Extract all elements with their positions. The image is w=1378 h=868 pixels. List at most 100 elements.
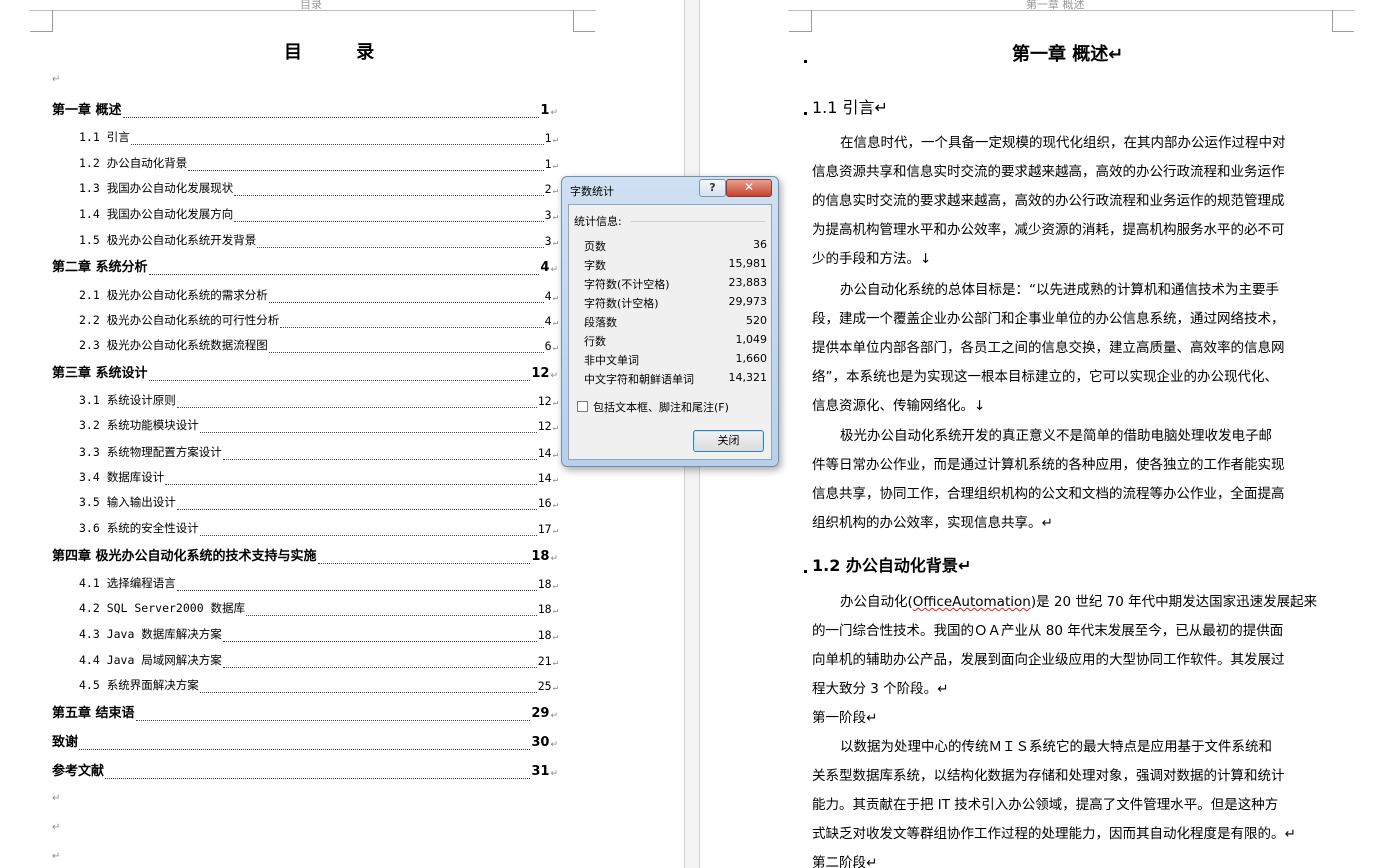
include-textboxes-checkbox[interactable]	[577, 401, 588, 412]
crop-mark	[30, 31, 52, 32]
paragraph-mark: ↵	[552, 581, 558, 591]
toc-leader	[176, 581, 537, 591]
paragraph-line: 关系型数据库系统，以结构化数据为存储和处理对象，强调对数据的计算和统计	[812, 768, 1285, 784]
paragraph-mark: ↵	[552, 135, 558, 145]
toc-entry[interactable]: 3.6 系统的安全性设计 17 ↵	[52, 516, 558, 536]
crop-mark	[1332, 10, 1333, 32]
stat-row: 行数 1,049	[584, 333, 767, 351]
toc-entry[interactable]: 2.1 极光办公自动化系统的需求分析 4 ↵	[52, 283, 558, 303]
paragraph-mark: ↵	[552, 343, 558, 353]
toc-entry[interactable]: 4.4 Java 局域网解决方案 21 ↵	[52, 648, 558, 668]
paragraph-mark: ↵	[552, 318, 558, 328]
toc-leader	[199, 683, 537, 693]
toc-entry-title: 3.1 系统设计原则	[79, 393, 176, 407]
toc-entry-title: 1.3 我国办公自动化发展现状	[79, 181, 234, 195]
toc-entry-title: 3.3 系统物理配置方案设计	[79, 445, 222, 459]
toc-page-number: 29	[531, 706, 550, 721]
toc-leader	[280, 318, 544, 328]
toc-page-number: 4	[540, 260, 550, 275]
toc-entry-title: 第四章 极光办公自动化系统的技术支持与实施	[52, 549, 317, 564]
paragraph-mark: ↵	[552, 683, 558, 693]
toc-entry-title: 1.5 极光办公自动化系统开发背景	[79, 233, 257, 247]
word-count-dialog[interactable]: 字数统计 ? ✕ 统计信息: 页数 36 字数 15,981 字符数(不计空格) 23,8…	[561, 176, 779, 467]
toc-entry[interactable]: 第四章 极光办公自动化系统的技术支持与实施 18 ↵	[52, 544, 558, 564]
toc-entry[interactable]: 第五章 结束语 29 ↵	[52, 701, 558, 721]
toc-entry[interactable]: 3.1 系统设计原则 12 ↵	[52, 388, 558, 408]
crop-mark	[1332, 31, 1354, 32]
paragraph-mark: ↵	[52, 74, 61, 85]
toc-entry[interactable]: 第三章 系统设计 12 ↵	[52, 361, 558, 381]
toc-entry[interactable]: 第二章 系统分析 4 ↵	[52, 255, 558, 275]
crop-mark	[573, 10, 574, 32]
toc-entry[interactable]: 1.5 极光办公自动化系统开发背景 3 ↵	[52, 228, 558, 248]
toc-entry[interactable]: 3.5 输入输出设计 16 ↵	[52, 490, 558, 510]
dialog-close-icon[interactable]: ✕	[726, 179, 772, 197]
stat-label: 非中文单词	[584, 354, 639, 367]
stat-label: 字符数(不计空格)	[584, 278, 670, 291]
toc-page-number: 18	[537, 628, 552, 642]
toc-page-number: 14	[537, 446, 552, 460]
paragraph-mark: ↵	[552, 526, 558, 536]
toc-entry-title: 1.1 引言	[79, 130, 130, 144]
toc-entry-title: 2.3 极光办公自动化系统数据流程图	[79, 338, 268, 352]
toc-leader	[246, 606, 537, 616]
toc-entry[interactable]: 2.3 极光办公自动化系统数据流程图 6 ↵	[52, 333, 558, 353]
toc-entry-title: 1.2 办公自动化背景	[79, 156, 188, 170]
toc-leader	[199, 526, 537, 536]
toc-entry-title: 4.1 选择编程语言	[79, 576, 176, 590]
stat-row: 非中文单词 1,660	[584, 352, 767, 370]
paragraph-mark: ↵	[552, 450, 558, 460]
toc-page-number: 4	[544, 289, 552, 303]
toc-leader	[257, 238, 544, 248]
toc-leader	[105, 769, 531, 779]
toc-entry[interactable]: 3.4 数据库设计 14 ↵	[52, 465, 558, 485]
stat-label: 段落数	[584, 316, 617, 329]
paragraph-line: 在信息时代，一个具备一定规模的现代化组织，在其内部办公运作过程中对	[840, 135, 1286, 151]
toc-entry[interactable]: 1.4 我国办公自动化发展方向 3 ↵	[52, 202, 558, 222]
toc-page-number: 1	[544, 157, 552, 171]
toc-entry[interactable]: 第一章 概述 1 ↵	[52, 98, 558, 118]
toc-entry[interactable]: 4.3 Java 数据库解决方案 18 ↵	[52, 622, 558, 642]
stat-row: 字符数(不计空格) 23,883	[584, 276, 767, 294]
toc-entry[interactable]: 4.5 系统界面解决方案 25 ↵	[52, 673, 558, 693]
stat-value: 23,883	[728, 276, 768, 289]
toc-entry[interactable]: 3.2 系统功能模块设计 12 ↵	[52, 413, 558, 433]
toc-leader	[222, 658, 537, 668]
toc-leader	[317, 554, 531, 564]
toc-entry[interactable]: 致谢 30 ↵	[52, 730, 558, 750]
stat-label: 字数	[584, 259, 606, 272]
paragraph-mark: ↵	[552, 475, 558, 485]
paragraph-line: 组织机构的办公效率，实现信息共享。↵	[812, 515, 1053, 531]
toc-leader	[222, 450, 537, 460]
stat-label: 页数	[584, 240, 606, 253]
toc-leader	[148, 265, 540, 275]
toc-entry-title: 第一章 概述	[52, 103, 122, 118]
toc-entry[interactable]: 1.2 办公自动化背景 1 ↵	[52, 151, 558, 171]
toc-page-number: 12	[531, 366, 550, 381]
header-rule	[788, 10, 1354, 11]
format-mark	[804, 112, 807, 115]
toc-entry[interactable]: 1.1 引言 1 ↵	[52, 125, 558, 145]
paragraph-line: 办公自动化(OfficeAutomation)是 20 世纪 70 年代中期发达…	[840, 594, 1318, 610]
help-button[interactable]: ?	[699, 179, 726, 197]
toc-entry-title: 2.2 极光办公自动化系统的可行性分析	[79, 313, 280, 327]
toc-title: 目 录	[284, 42, 399, 63]
toc-entry[interactable]: 4.2 SQL Server2000 数据库 18 ↵	[52, 596, 558, 616]
toc-entry[interactable]: 参考文献 31 ↵	[52, 759, 558, 779]
toc-entry[interactable]: 3.3 系统物理配置方案设计 14 ↵	[52, 440, 558, 460]
paragraph-line: 向单机的辅助办公产品，发展到面向企业级应用的大型协同工作软件。其发展过	[812, 652, 1285, 668]
toc-entry[interactable]: 4.1 选择编程语言 18 ↵	[52, 571, 558, 591]
close-button[interactable]: 关闭	[693, 430, 764, 452]
paragraph-mark: ↵	[552, 186, 558, 196]
include-textboxes-label[interactable]: 包括文本框、脚注和尾注(F)	[593, 399, 729, 415]
toc-page-number: 31	[531, 764, 550, 779]
toc-entry[interactable]: 2.2 极光办公自动化系统的可行性分析 4 ↵	[52, 308, 558, 328]
toc-entry-title: 第三章 系统设计	[52, 366, 148, 381]
toc-page-number: 12	[537, 394, 552, 408]
stat-value: 1,660	[735, 352, 768, 365]
toc-entry[interactable]: 1.3 我国办公自动化发展现状 2 ↵	[52, 176, 558, 196]
stat-value: 1,049	[735, 333, 768, 346]
header-rule	[30, 10, 596, 11]
toc-leader	[130, 135, 544, 145]
toc-entry-title: 第五章 结束语	[52, 706, 135, 721]
